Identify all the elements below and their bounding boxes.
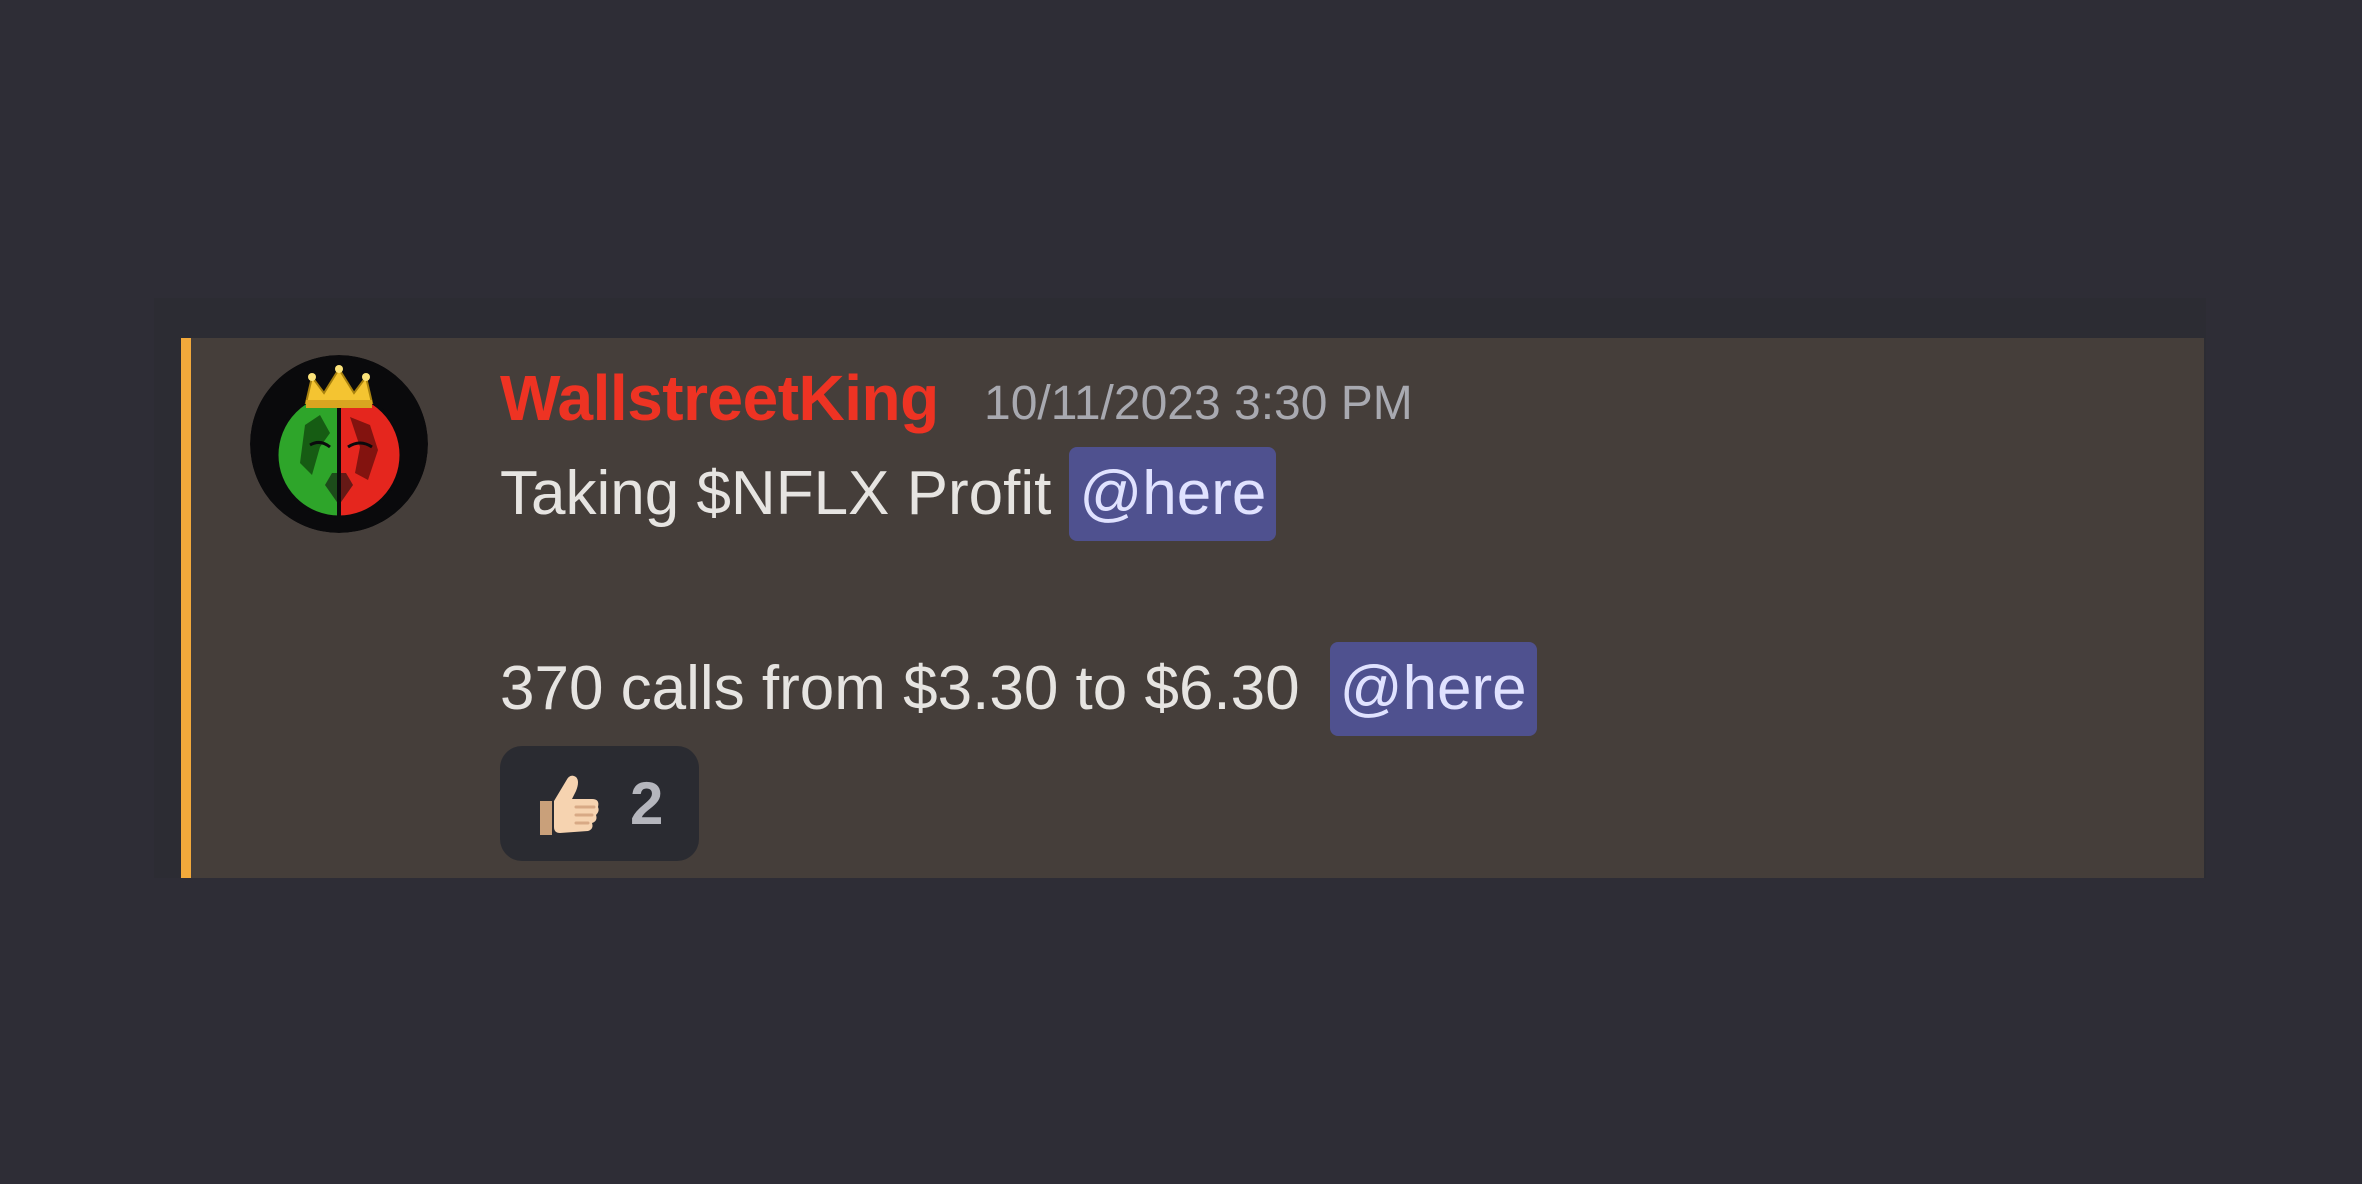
mention-here[interactable]: @here	[1069, 447, 1277, 541]
avatar[interactable]	[250, 355, 428, 533]
reaction-button[interactable]: 2	[500, 746, 699, 861]
message-text: Taking $NFLX Profit	[500, 459, 1052, 528]
lion-crown-avatar-icon	[250, 355, 428, 533]
author-username[interactable]: WallstreetKing	[500, 360, 939, 436]
message-line: 370 calls from $3.30 to $6.30 @here	[500, 641, 1537, 737]
reaction-count: 2	[630, 770, 664, 837]
mention-here[interactable]: @here	[1329, 642, 1537, 736]
thumbs-up-icon	[530, 767, 604, 841]
message-line: Taking $NFLX Profit @here	[500, 446, 1277, 542]
app-canvas: WallstreetKing 10/11/2023 3:30 PM Taking…	[0, 0, 2362, 1184]
message-timestamp[interactable]: 10/11/2023 3:30 PM	[984, 376, 1413, 432]
message-text: 370 calls from $3.30 to $6.30	[500, 654, 1300, 723]
